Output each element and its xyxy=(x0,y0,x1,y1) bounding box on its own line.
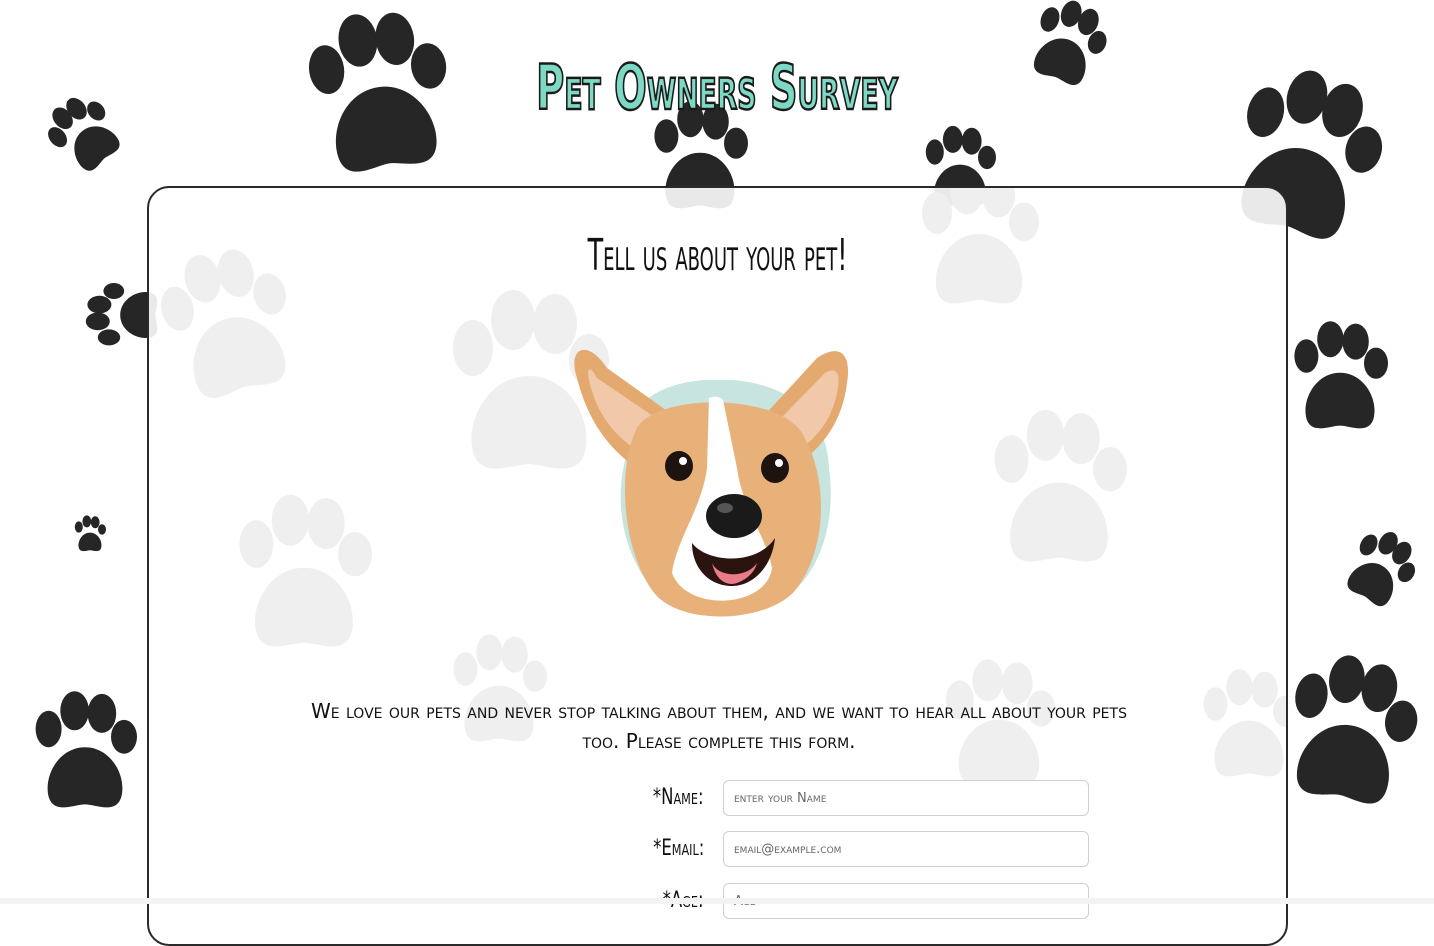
paw-print-icon xyxy=(969,408,1149,578)
survey-card: Tell us about your pet! We love our pets… xyxy=(147,186,1288,946)
card-heading: Tell us about your pet! xyxy=(587,230,848,281)
name-label: *Name: xyxy=(653,785,704,810)
paw-print-icon xyxy=(29,79,142,192)
intro-text: We love our pets and never stop talking … xyxy=(311,699,1127,753)
email-input[interactable] xyxy=(723,831,1089,867)
name-row: *Name: xyxy=(149,780,1286,820)
paw-print-icon xyxy=(20,690,150,820)
page-title: Pet Owners Survey xyxy=(535,50,898,126)
paw-print-icon xyxy=(70,515,110,555)
paw-print-icon xyxy=(1280,320,1400,440)
name-input[interactable] xyxy=(723,780,1089,816)
bottom-scroll-edge xyxy=(0,898,1434,904)
corgi-illustration xyxy=(574,349,849,617)
email-label: *Email: xyxy=(652,836,704,861)
paw-print-icon xyxy=(147,211,332,446)
paw-print-icon xyxy=(219,488,389,668)
email-row: *Email: xyxy=(149,831,1286,871)
paw-print-icon xyxy=(1325,515,1434,624)
